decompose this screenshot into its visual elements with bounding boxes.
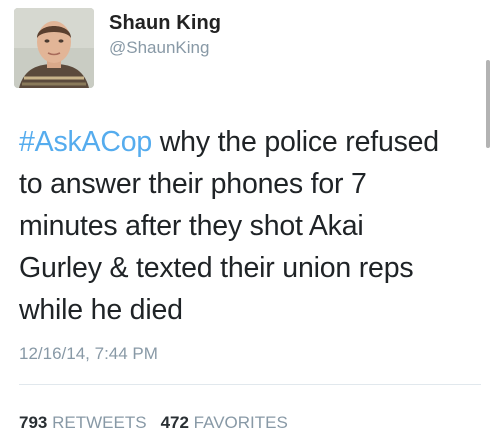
retweets-label: RETWEETS <box>52 413 147 432</box>
tweet-text-line: minutes after they shot Akai <box>19 210 364 242</box>
retweets-count: 793 <box>19 413 48 432</box>
avatar-photo <box>14 8 94 88</box>
author-username[interactable]: @ShaunKing <box>109 38 209 58</box>
scrollbar[interactable] <box>486 60 490 148</box>
tweet-text-line: #AskACop why the police refused <box>19 121 489 163</box>
tweet-timestamp[interactable]: 12/16/14, 7:44 PM <box>19 344 158 364</box>
tweet-text-segment: why the police refused <box>152 126 439 158</box>
retweets-stat[interactable]: 793 RETWEETS <box>19 413 147 432</box>
avatar[interactable] <box>14 8 94 88</box>
tweet-card: Shaun King @ShaunKing #AskACop why the p… <box>0 0 500 445</box>
favorites-label: FAVORITES <box>193 413 288 432</box>
tweet-text: #AskACop why the police refused to answe… <box>19 121 489 331</box>
tweet-text-line: to answer their phones for 7 <box>19 168 367 200</box>
tweet-text-line: while he died <box>19 294 183 326</box>
author-display-name[interactable]: Shaun King <box>109 12 221 35</box>
tweet-text-line: Gurley & texted their union reps <box>19 252 414 284</box>
favorites-count: 472 <box>160 413 189 432</box>
favorites-stat[interactable]: 472 FAVORITES <box>161 413 288 432</box>
divider <box>19 384 481 385</box>
tweet-stats: 793 RETWEETS 472 FAVORITES <box>19 413 288 433</box>
hashtag-link[interactable]: #AskACop <box>19 126 152 158</box>
